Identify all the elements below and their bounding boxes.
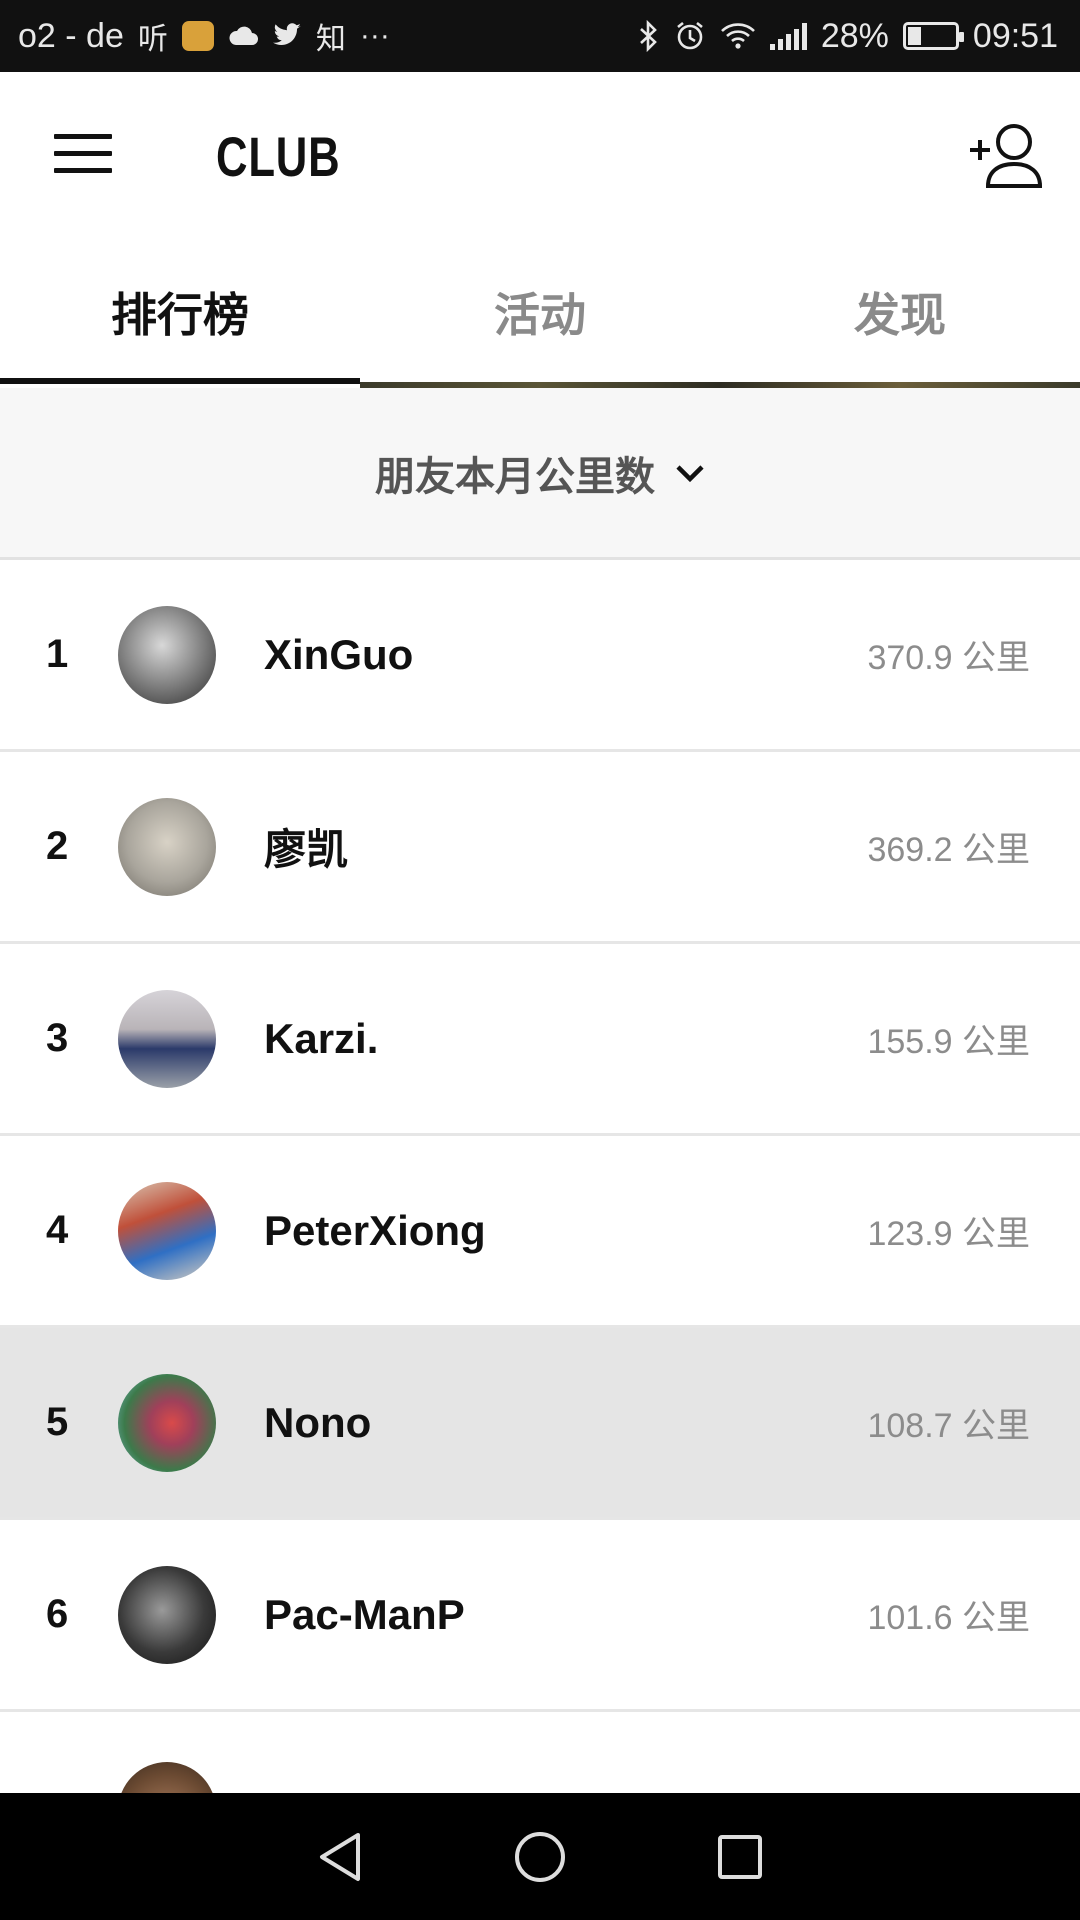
avatar [118,1565,216,1664]
rank-number: 3 [46,1016,69,1060]
distance-value: 155.9 公里 [867,1023,1030,1061]
rank-number: 1 [46,632,69,676]
distance-value: 369.2 公里 [867,831,1030,869]
bird-icon [272,23,301,46]
active-tab-indicator [0,378,360,384]
zhihu-glyph: 知 [315,23,346,56]
page-title: CLUB [216,125,341,188]
status-left: o2 - de 听 知 ··· [18,14,390,58]
system-nav-bar [0,1793,1080,1920]
rank-number: 2 [46,824,69,868]
alarm-icon [677,21,703,50]
leaderboard-row-partial[interactable] [0,1712,1080,1793]
user-name: PeterXiong [264,1206,486,1254]
user-name: Nono [264,1398,372,1446]
avatar [118,797,216,896]
more-notifications-glyph: ··· [359,19,390,52]
bluetooth-icon [639,20,657,52]
leaderboard-row[interactable]: 3 Karzi. 155.9 公里 [0,944,1080,1136]
listen-app-glyph: 听 [137,23,168,56]
period-filter-dropdown[interactable]: 朋友本月公里数 [0,388,1080,560]
leaderboard-row-current-user[interactable]: 5 Nono 108.7 公里 [0,1328,1080,1520]
avatar [118,605,216,704]
user-name: XinGuo [264,630,414,678]
rank-number: 6 [46,1592,69,1636]
avatar [118,1373,216,1472]
app-notification-icon [181,21,214,51]
avatar [118,1181,216,1280]
rank-number: 4 [46,1208,69,1252]
rank-number: 5 [46,1400,69,1444]
hamburger-icon[interactable] [54,134,112,174]
tab-activities[interactable]: 活动 [360,240,720,384]
chevron-down-icon [676,464,704,482]
user-name: 廖凯 [264,826,349,873]
leaderboard-row[interactable]: 6 Pac-ManP 101.6 公里 [0,1520,1080,1712]
user-name: Karzi. [264,1014,379,1062]
avatar [118,1762,216,1793]
leaderboard-row[interactable]: 2 廖凯 369.2 公里 [0,752,1080,944]
avatar [118,989,216,1088]
status-bar: o2 - de 听 知 ··· 28% 09:51 [0,0,1080,72]
status-right: 28% 09:51 [638,17,1058,56]
home-icon[interactable] [510,1827,570,1887]
app-bar: CLUB [0,72,1080,240]
signal-icon [769,22,807,50]
tab-discover[interactable]: 发现 [720,240,1080,384]
leaderboard-list: 1 XinGuo 370.9 公里 2 廖凯 369.2 公里 3 Karzi.… [0,560,1080,1793]
leaderboard-row[interactable]: 1 XinGuo 370.9 公里 [0,560,1080,752]
add-friend-icon[interactable] [968,120,1042,190]
clock: 09:51 [972,16,1058,55]
distance-value: 108.7 公里 [867,1407,1030,1445]
tab-leaderboard[interactable]: 排行榜 [0,240,360,384]
user-name: Pac-ManP [264,1590,465,1638]
recents-icon[interactable] [710,1827,770,1887]
carrier-label: o2 - de [18,16,124,55]
wifi-icon [720,23,755,49]
tab-bar: 排行榜 活动 发现 [0,240,1080,384]
battery-percent: 28% [820,16,889,55]
cloud-icon [229,26,258,45]
leaderboard-row[interactable]: 4 PeterXiong 123.9 公里 [0,1136,1080,1328]
distance-value: 123.9 公里 [867,1215,1030,1253]
filter-label: 朋友本月公里数 [375,454,655,499]
back-icon[interactable] [310,1827,370,1887]
battery-icon [902,22,964,50]
distance-value: 101.6 公里 [867,1599,1030,1637]
distance-value: 370.9 公里 [867,639,1030,677]
